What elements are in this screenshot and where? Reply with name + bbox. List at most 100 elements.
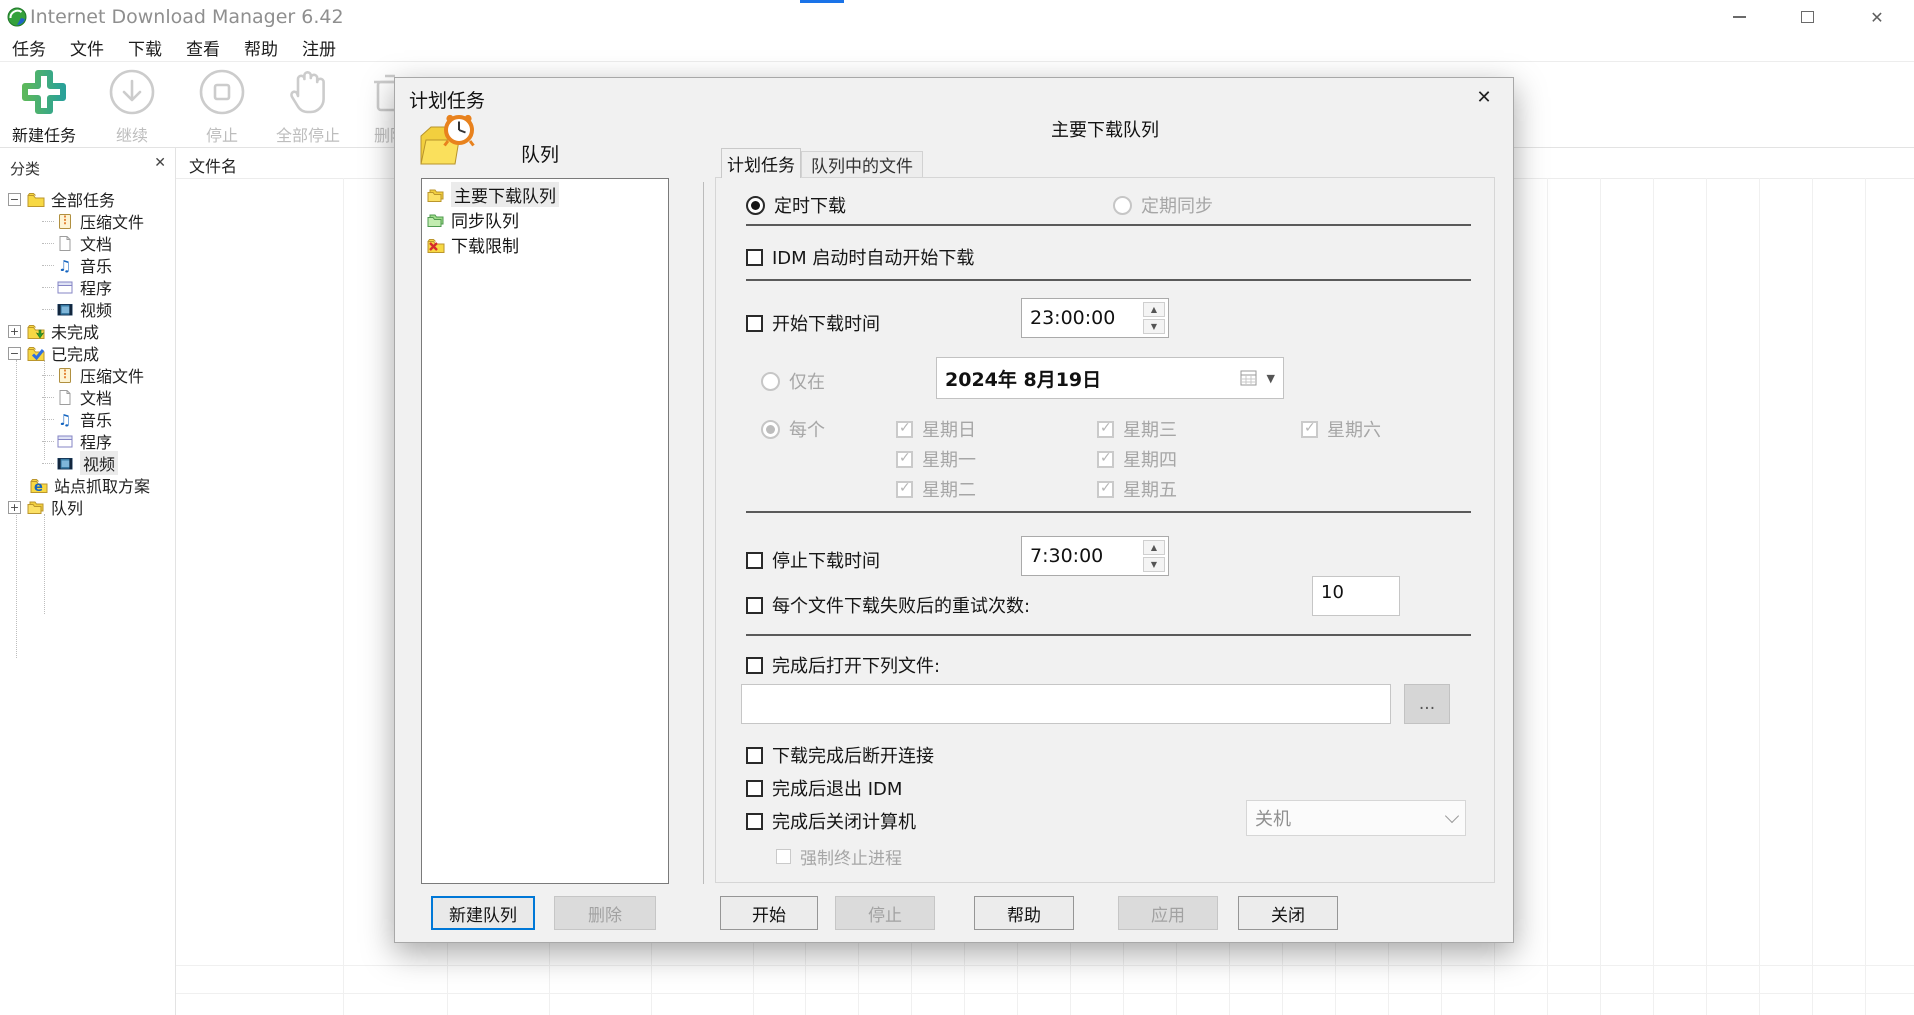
hangup-checkbox[interactable]: 下载完成后断开连接	[746, 742, 934, 768]
folders-icon	[427, 187, 445, 203]
timed-download-radio[interactable]: 定时下载	[746, 192, 846, 218]
spin-down-icon[interactable]: ▼	[1143, 557, 1165, 572]
new-queue-button[interactable]: 新建队列	[431, 896, 535, 930]
retry-count-checkbox[interactable]: 每个文件下载失败后的重试次数:	[746, 592, 1030, 618]
spin-up-icon[interactable]: ▲	[1143, 302, 1165, 317]
time-spinner: ▲ ▼	[1143, 302, 1165, 334]
start-button[interactable]: 开始	[720, 896, 818, 930]
collapse-icon[interactable]: −	[8, 193, 21, 206]
video-icon	[56, 455, 74, 472]
spin-down-icon[interactable]: ▼	[1143, 319, 1165, 334]
tree-item-video[interactable]: 视频	[0, 298, 174, 320]
tree-item-queues[interactable]: +队列	[0, 496, 174, 518]
queue-listbox[interactable]: 主要下载队列 同步队列 下载限制	[421, 178, 669, 884]
queue-item-limit[interactable]: 下载限制	[422, 232, 668, 257]
radio-icon	[761, 372, 780, 391]
folder-download-icon	[27, 323, 45, 340]
weekday-sunday-checkbox[interactable]: 星期日	[896, 416, 976, 442]
menu-item-register[interactable]: 注册	[302, 35, 336, 60]
checkbox-icon	[1097, 481, 1114, 498]
close-dialog-button[interactable]: 关闭	[1238, 896, 1338, 930]
stop-time-checkbox[interactable]: 停止下载时间	[746, 547, 880, 573]
tree-item-unfinished[interactable]: +未完成	[0, 320, 174, 342]
queue-item-main[interactable]: 主要下载队列	[422, 182, 668, 207]
start-time-checkbox[interactable]: 开始下载时间	[746, 310, 880, 336]
open-file-checkbox[interactable]: 完成后打开下列文件:	[746, 652, 940, 678]
exit-idm-checkbox[interactable]: 完成后退出 IDM	[746, 775, 902, 801]
toolbar-new-task-button[interactable]: 新建任务	[2, 66, 86, 146]
dialog-close-icon[interactable]: ✕	[1471, 87, 1497, 108]
retry-count-input[interactable]: 10	[1312, 576, 1400, 616]
column-header-filename[interactable]: 文件名	[189, 153, 237, 177]
shutdown-mode-dropdown[interactable]: 关机	[1246, 800, 1466, 836]
tree-item-video[interactable]: 视频	[0, 452, 174, 474]
weekday-tuesday-checkbox[interactable]: 星期二	[896, 476, 976, 502]
apply-button[interactable]: 应用	[1118, 896, 1218, 930]
start-time-input[interactable]: 23:00:00 ▲ ▼	[1021, 298, 1169, 338]
periodic-sync-radio[interactable]: 定期同步	[1113, 192, 1213, 218]
tab-scheduler[interactable]: 计划任务	[721, 148, 801, 178]
tree-item-programs[interactable]: 程序	[0, 430, 174, 452]
maximize-button[interactable]	[1792, 6, 1822, 28]
tree-item-compressed[interactable]: 压缩文件	[0, 364, 174, 386]
tree-item-music[interactable]: 音乐	[0, 408, 174, 430]
close-panel-icon[interactable]: ✕	[154, 155, 166, 171]
stop-time-input[interactable]: 7:30:00 ▲ ▼	[1021, 536, 1169, 576]
expand-icon[interactable]: +	[8, 325, 21, 338]
tree-item-documents[interactable]: 文档	[0, 232, 174, 254]
tree-item-compressed[interactable]: 压缩文件	[0, 210, 174, 232]
collapse-icon[interactable]: −	[8, 347, 21, 360]
queue-item-sync[interactable]: 同步队列	[422, 207, 668, 232]
stop-queue-button[interactable]: 停止	[835, 896, 935, 930]
minimize-button[interactable]	[1724, 6, 1754, 28]
folders-green-icon	[427, 212, 445, 228]
weekday-monday-checkbox[interactable]: 星期一	[896, 446, 976, 472]
shutdown-checkbox[interactable]: 完成后关闭计算机	[746, 808, 916, 834]
date-picker[interactable]: 2024年 8月19日 ▼	[936, 357, 1284, 399]
tree-item-documents[interactable]: 文档	[0, 386, 174, 408]
toolbar-stop-all-button[interactable]: 全部停止	[266, 66, 350, 146]
calendar-icon[interactable]	[1240, 370, 1257, 386]
queues-label: 队列	[485, 140, 595, 167]
help-button[interactable]: 帮助	[974, 896, 1074, 930]
checkbox-icon	[1097, 421, 1114, 438]
open-file-input[interactable]	[741, 684, 1391, 724]
menu-item-help[interactable]: 帮助	[244, 35, 278, 60]
tree-item-site-grabber[interactable]: 站点抓取方案	[0, 474, 174, 496]
menu-item-file[interactable]: 文件	[70, 35, 104, 60]
tree-item-all-tasks[interactable]: −全部任务	[0, 188, 174, 210]
expand-icon[interactable]: +	[8, 501, 21, 514]
weekday-thursday-checkbox[interactable]: 星期四	[1097, 446, 1177, 472]
checkbox-icon	[746, 780, 763, 797]
grid-column-line	[1653, 178, 1654, 1015]
dropdown-arrow-icon[interactable]: ▼	[1267, 372, 1275, 385]
grid-column-line	[1600, 178, 1601, 1015]
only-on-radio[interactable]: 仅在	[761, 368, 825, 394]
weekday-saturday-checkbox[interactable]: 星期六	[1301, 416, 1381, 442]
toolbar-resume-button[interactable]: 继续	[90, 66, 174, 146]
weekday-friday-checkbox[interactable]: 星期五	[1097, 476, 1177, 502]
checkbox-icon	[776, 849, 791, 864]
every-radio[interactable]: 每个	[761, 416, 825, 442]
autostart-checkbox[interactable]: IDM 启动时自动开始下载	[746, 244, 974, 270]
tree-item-programs[interactable]: 程序	[0, 276, 174, 298]
toolbar-stop-button[interactable]: 停止	[180, 66, 264, 146]
folder-check-icon	[27, 345, 45, 362]
menu-item-tasks[interactable]: 任务	[12, 35, 46, 60]
close-button[interactable]: ✕	[1862, 6, 1892, 28]
weekday-wednesday-checkbox[interactable]: 星期三	[1097, 416, 1177, 442]
delete-queue-button[interactable]: 删除	[554, 896, 656, 930]
time-spinner: ▲ ▼	[1143, 540, 1165, 572]
music-icon	[56, 257, 74, 274]
tab-files-in-queue[interactable]: 队列中的文件	[801, 151, 923, 177]
menu-item-view[interactable]: 查看	[186, 35, 220, 60]
menu-bar: 任务 文件 下载 查看 帮助 注册	[0, 34, 1914, 62]
browse-button[interactable]: ...	[1404, 684, 1450, 724]
checkbox-icon	[896, 421, 913, 438]
tree-item-finished[interactable]: −已完成	[0, 342, 174, 364]
folder-ie-icon	[30, 477, 48, 494]
force-kill-checkbox[interactable]: 强制终止进程	[776, 844, 902, 869]
spin-up-icon[interactable]: ▲	[1143, 540, 1165, 555]
tree-item-music[interactable]: 音乐	[0, 254, 174, 276]
menu-item-download[interactable]: 下载	[128, 35, 162, 60]
